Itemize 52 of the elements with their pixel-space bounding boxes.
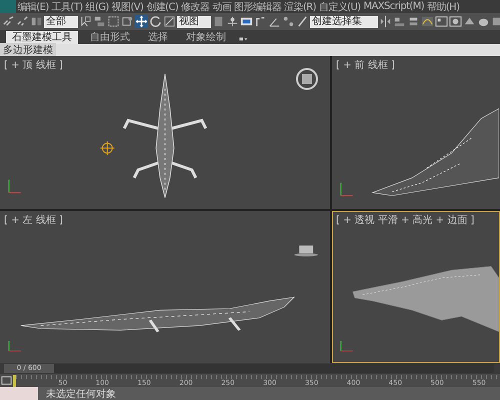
menu-item[interactable]: 编辑(E)	[16, 0, 50, 14]
align-icon[interactable]	[393, 15, 406, 28]
viewport-label[interactable]: [ + 透视 平滑 + 高光 + 边面 ]	[336, 212, 474, 226]
schematic-view-icon[interactable]	[435, 15, 448, 28]
viewport[interactable]: [ + 顶 线框 ]	[0, 56, 330, 208]
select-by-name-icon[interactable]	[93, 15, 106, 28]
scale-icon[interactable]	[163, 15, 176, 28]
viewport[interactable]: [ + 左 线框 ]	[0, 210, 330, 363]
status-message: 未选定任何对象	[46, 388, 116, 400]
layer-icon[interactable]	[407, 15, 420, 28]
maxscript-listener-field[interactable]	[0, 387, 38, 400]
viewport[interactable]: [ + 透视 平滑 + 高光 + 边面 ]	[332, 210, 500, 363]
rectangle-selection-icon[interactable]	[107, 15, 120, 28]
menu-item[interactable]: 视图(V)	[110, 0, 145, 14]
viewport-label[interactable]: [ + 顶 线框 ]	[4, 58, 63, 72]
menu-item[interactable]: 帮助(H)	[426, 0, 461, 14]
ribbon-tab[interactable]: 选择	[142, 31, 174, 44]
axis-tripod-icon	[8, 340, 22, 351]
material-editor-icon[interactable]	[449, 15, 462, 28]
axis-tripod-icon	[8, 179, 22, 194]
select-object-icon[interactable]	[79, 15, 92, 28]
axis-tripod-icon	[340, 340, 354, 351]
reference-coordinate-dropdown[interactable]: 视图	[177, 16, 211, 28]
selection-filter-dropdown[interactable]: 全部	[44, 16, 78, 28]
menu-item[interactable]: 修改器	[180, 0, 211, 14]
menu-item[interactable]: 自定义(U)	[317, 0, 362, 14]
window-crossing-icon[interactable]	[121, 15, 134, 28]
menu-item[interactable]: 创建(C)	[144, 0, 180, 14]
menu-item[interactable]: 渲染(R)	[282, 0, 318, 14]
viewcube-icon[interactable]	[294, 245, 318, 256]
viewport-label[interactable]: [ + 左 线框 ]	[4, 212, 63, 226]
ribbon-tab[interactable]: 石墨建模工具	[6, 31, 78, 44]
move-icon[interactable]	[135, 15, 148, 28]
axis-tripod-icon	[340, 182, 354, 196]
crosshair-icon	[100, 140, 115, 156]
mirror-icon[interactable]	[379, 15, 392, 28]
manipulate-icon[interactable]	[226, 15, 239, 28]
ribbon-tab[interactable]: 自由形式	[84, 31, 136, 44]
menu-item[interactable]: 组(G)	[84, 0, 110, 14]
panel-label[interactable]: 多边形建模	[0, 43, 56, 57]
viewcube-icon[interactable]	[295, 67, 319, 91]
menu-item[interactable]: 图形编辑器	[232, 0, 283, 14]
ribbon-tab[interactable]: 对象绘制	[180, 31, 232, 44]
viewport-label[interactable]: [ + 前 线框 ]	[336, 58, 395, 72]
unlink-icon[interactable]	[16, 15, 29, 28]
menu-item[interactable]: 工具(T)	[50, 0, 84, 14]
link-icon[interactable]	[2, 15, 15, 28]
named-selection-dropdown[interactable]: 创建选择集	[310, 16, 378, 28]
viewport[interactable]: [ + 前 线框 ]	[332, 56, 500, 208]
menu-item[interactable]: MAXScript(M)	[362, 1, 426, 12]
rotate-icon[interactable]	[149, 15, 162, 28]
menu-item[interactable]: 动画	[210, 0, 233, 14]
